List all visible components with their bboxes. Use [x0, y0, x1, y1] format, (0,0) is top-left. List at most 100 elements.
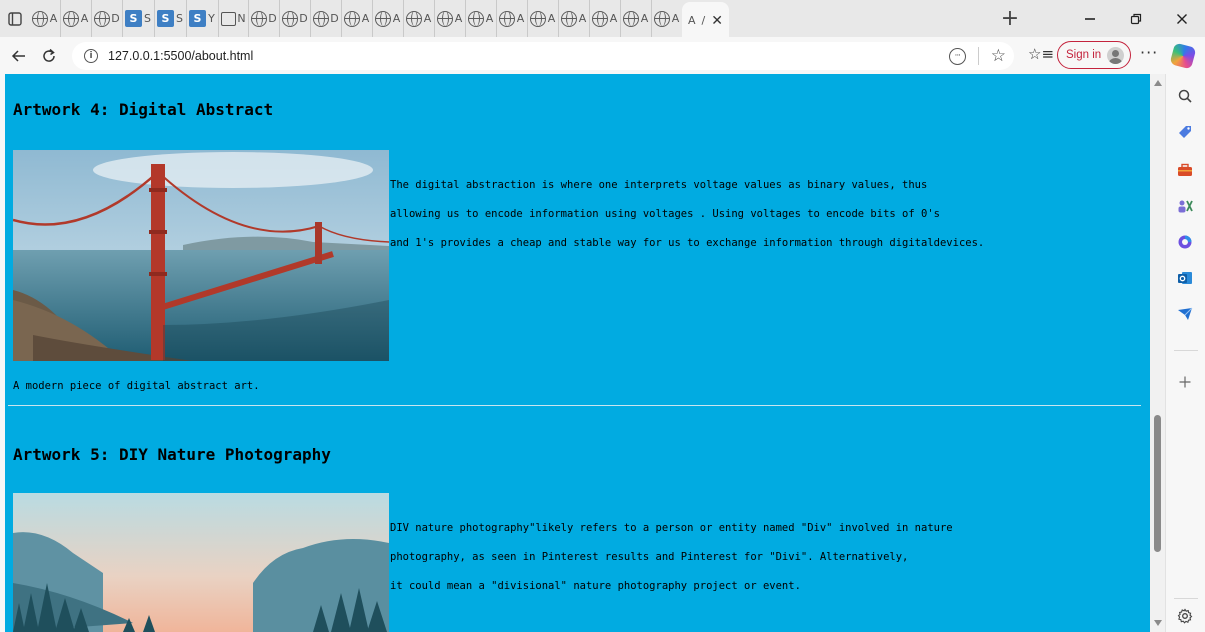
artwork-4-heading: Artwork 4: Digital Abstract — [13, 100, 274, 119]
star-icon[interactable]: ☆ — [991, 46, 1006, 66]
page-icon — [221, 11, 236, 26]
browser-tab[interactable]: D — [310, 0, 341, 37]
browser-tab[interactable]: D — [279, 0, 310, 37]
nature-landscape-image — [13, 493, 389, 632]
browser-tab[interactable]: A — [60, 0, 91, 37]
scroll-down-arrow-icon[interactable] — [1154, 620, 1162, 626]
globe-icon — [654, 10, 670, 27]
globe-icon — [468, 10, 484, 27]
browser-tab[interactable]: A — [372, 0, 403, 37]
globe-icon — [375, 10, 391, 27]
restore-button[interactable] — [1113, 0, 1159, 37]
browser-toolbar: i 127.0.0.1:5500/about.html ··· ☆ ☆≡ Sig… — [0, 37, 1205, 74]
vertical-scrollbar[interactable] — [1150, 74, 1165, 632]
search-icon[interactable] — [1175, 86, 1195, 106]
settings-icon[interactable] — [1175, 606, 1195, 626]
browser-tab[interactable]: A — [434, 0, 465, 37]
immersive-reader-icon[interactable]: ··· — [948, 47, 966, 65]
browser-tab[interactable]: A — [620, 0, 651, 37]
section-divider — [8, 405, 1141, 406]
browser-tab[interactable]: N — [218, 0, 248, 37]
browser-tab[interactable]: A — [403, 0, 434, 37]
description-line: DIV nature photography"likely refers to … — [390, 522, 953, 534]
browser-tab[interactable]: A — [341, 0, 372, 37]
browser-tab[interactable]: A — [527, 0, 558, 37]
globe-icon — [592, 10, 608, 27]
tab-list: A A D SS SS SY N D D D A A A A A A A A A… — [30, 0, 995, 37]
window-controls — [1067, 0, 1205, 37]
outlook-icon[interactable] — [1175, 268, 1195, 288]
globe-icon — [561, 10, 577, 27]
edge-sidebar — [1165, 74, 1205, 632]
address-bar[interactable]: i 127.0.0.1:5500/about.html ··· ☆ — [72, 42, 1014, 70]
office-icon[interactable] — [1175, 232, 1195, 252]
back-button[interactable] — [4, 41, 34, 71]
tab-strip: A A D SS SS SY N D D D A A A A A A A A A… — [0, 0, 1205, 37]
description-line: it could mean a "divisional" nature phot… — [390, 580, 801, 592]
site-s-icon: S — [189, 10, 206, 27]
browser-tab[interactable]: SY — [186, 0, 218, 37]
more-menu-button[interactable]: ··· — [1140, 43, 1158, 62]
info-icon[interactable]: i — [84, 49, 98, 63]
sign-in-label: Sign in — [1066, 49, 1102, 61]
globe-icon — [344, 10, 360, 27]
shopping-tag-icon[interactable] — [1175, 122, 1195, 142]
golden-gate-bridge-image — [12, 150, 390, 361]
browser-tab[interactable]: A — [30, 0, 60, 37]
back-arrow-icon — [11, 49, 25, 62]
browser-tab[interactable]: A — [465, 0, 496, 37]
restore-icon — [1130, 13, 1142, 24]
close-window-button[interactable] — [1159, 0, 1205, 37]
sidebar-divider — [1174, 350, 1198, 351]
people-icon[interactable] — [1175, 196, 1195, 216]
browser-tab[interactable]: A — [651, 0, 682, 37]
sidebar-divider — [1174, 598, 1198, 599]
copilot-icon[interactable] — [1169, 42, 1197, 70]
artwork-4-description: The digital abstraction is where one int… — [390, 171, 984, 258]
globe-icon — [282, 10, 298, 27]
browser-tab[interactable]: SS — [122, 0, 154, 37]
toolbox-icon[interactable] — [1175, 160, 1195, 180]
divider — [977, 47, 979, 65]
browser-tab[interactable]: A — [496, 0, 527, 37]
browser-tab[interactable]: D — [248, 0, 279, 37]
globe-icon — [251, 10, 267, 27]
refresh-icon — [43, 48, 55, 62]
artwork-5-image — [13, 493, 389, 632]
sign-in-button[interactable]: Sign in — [1057, 41, 1131, 69]
scroll-up-arrow-icon[interactable] — [1154, 80, 1162, 86]
globe-icon — [94, 10, 110, 27]
avatar — [1107, 46, 1125, 64]
globe-icon — [623, 10, 639, 27]
site-s-icon: S — [157, 10, 174, 27]
artwork-5-heading: Artwork 5: DIY Nature Photography — [13, 445, 331, 464]
new-tab-button[interactable]: + — [995, 0, 1025, 37]
scrollbar-thumb[interactable] — [1154, 415, 1161, 552]
globe-icon — [32, 10, 48, 27]
site-s-icon: S — [125, 10, 142, 27]
browser-tab[interactable]: A — [558, 0, 589, 37]
globe-icon — [313, 10, 329, 27]
close-icon[interactable]: ✕ — [711, 13, 723, 29]
description-line: allowing us to encode information using … — [390, 208, 940, 220]
description-line: photography, as seen in Pinterest result… — [390, 551, 909, 563]
refresh-button[interactable] — [34, 41, 64, 71]
artwork-4-image — [12, 150, 390, 361]
tab-actions-icon — [8, 11, 22, 26]
globe-icon — [499, 10, 515, 27]
add-icon[interactable] — [1175, 372, 1195, 392]
globe-icon — [530, 10, 546, 27]
browser-tab[interactable]: A — [589, 0, 620, 37]
minimize-button[interactable] — [1067, 0, 1113, 37]
browser-tab[interactable]: SS — [154, 0, 186, 37]
globe-icon — [63, 10, 79, 27]
tab-actions-button[interactable] — [0, 0, 30, 37]
url-text[interactable]: 127.0.0.1:5500/about.html — [108, 49, 253, 63]
telegram-icon[interactable] — [1175, 304, 1195, 324]
browser-tab[interactable]: D — [91, 0, 122, 37]
page-viewport: Artwork 4: Digital Abstract The digital … — [5, 74, 1150, 632]
active-browser-tab[interactable]: A / ✕ — [682, 2, 729, 37]
globe-icon — [406, 10, 422, 27]
favorites-icon[interactable]: ☆≡ — [1028, 45, 1054, 63]
artwork-5-description: DIV nature photography"likely refers to … — [390, 514, 953, 601]
